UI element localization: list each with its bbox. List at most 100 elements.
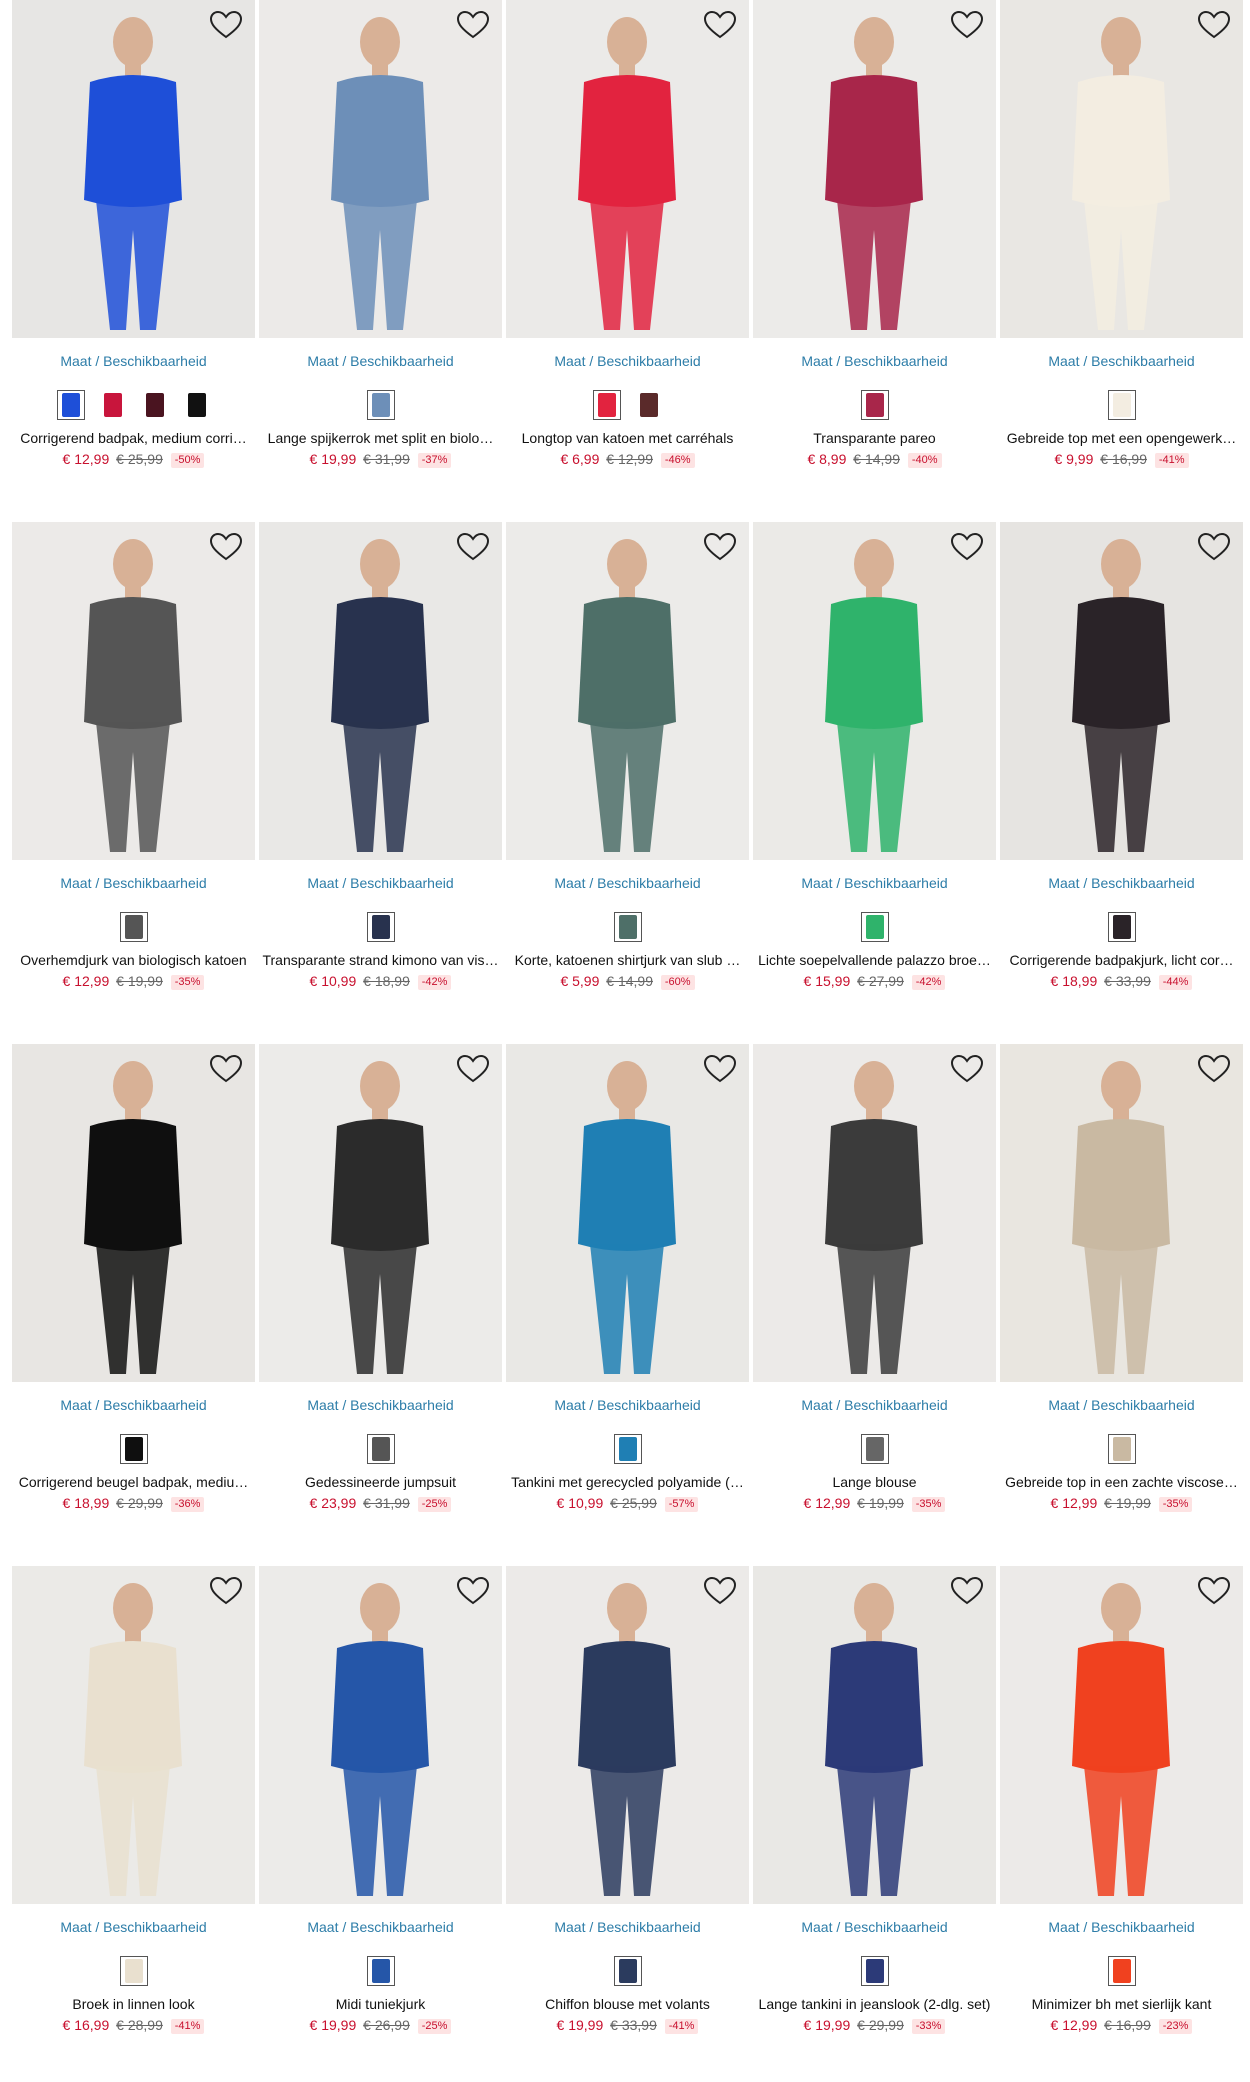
product-title[interactable]: Gedessineerde jumpsuit [259, 1473, 502, 1491]
product-image[interactable] [12, 0, 255, 338]
size-availability-link[interactable]: Maat / Beschikbaarheid [753, 352, 996, 370]
color-swatch[interactable] [183, 390, 211, 420]
favorite-heart-icon[interactable] [703, 532, 737, 562]
product-title[interactable]: Transparante pareo [753, 429, 996, 447]
favorite-heart-icon[interactable] [950, 10, 984, 40]
size-availability-link[interactable]: Maat / Beschikbaarheid [1000, 1396, 1243, 1414]
color-swatch[interactable] [860, 390, 889, 420]
favorite-heart-icon[interactable] [950, 1576, 984, 1606]
product-card[interactable]: Maat / Beschikbaarheid Gebreide top met … [1000, 0, 1243, 470]
product-image[interactable] [753, 1044, 996, 1382]
size-availability-link[interactable]: Maat / Beschikbaarheid [506, 874, 749, 892]
product-title[interactable]: Overhemdjurk van biologisch katoen [12, 951, 255, 969]
product-card[interactable]: Maat / Beschikbaarheid Tankini met gerec… [506, 1044, 749, 1514]
product-title[interactable]: Chiffon blouse met volants [506, 1995, 749, 2013]
color-swatch[interactable] [860, 1956, 889, 1986]
product-title[interactable]: Lange tankini in jeanslook (2-dlg. set) [753, 1995, 996, 2013]
product-image[interactable] [1000, 1566, 1243, 1904]
product-image[interactable] [506, 0, 749, 338]
size-availability-link[interactable]: Maat / Beschikbaarheid [259, 874, 502, 892]
favorite-heart-icon[interactable] [209, 532, 243, 562]
product-title[interactable]: Corrigerende badpakjurk, licht cor… [1000, 951, 1243, 969]
size-availability-link[interactable]: Maat / Beschikbaarheid [753, 874, 996, 892]
color-swatch[interactable] [99, 390, 127, 420]
product-card[interactable]: Maat / Beschikbaarheid Overhemdjurk van … [12, 522, 255, 992]
product-title[interactable]: Korte, katoenen shirtjurk van slub … [506, 951, 749, 969]
favorite-heart-icon[interactable] [456, 1576, 490, 1606]
favorite-heart-icon[interactable] [209, 1054, 243, 1084]
product-image[interactable] [12, 1566, 255, 1904]
color-swatch[interactable] [635, 390, 663, 420]
color-swatch[interactable] [366, 912, 395, 942]
product-title[interactable]: Longtop van katoen met carréhals [506, 429, 749, 447]
size-availability-link[interactable]: Maat / Beschikbaarheid [12, 352, 255, 370]
product-card[interactable]: Maat / Beschikbaarheid Minimizer bh met … [1000, 1566, 1243, 2036]
product-title[interactable]: Midi tuniekjurk [259, 1995, 502, 2013]
product-image[interactable] [259, 522, 502, 860]
color-swatch[interactable] [366, 1956, 395, 1986]
product-image[interactable] [506, 1044, 749, 1382]
product-image[interactable] [506, 1566, 749, 1904]
color-swatch[interactable] [141, 390, 169, 420]
size-availability-link[interactable]: Maat / Beschikbaarheid [1000, 874, 1243, 892]
product-title[interactable]: Corrigerend beugel badpak, mediu… [12, 1473, 255, 1491]
size-availability-link[interactable]: Maat / Beschikbaarheid [12, 1918, 255, 1936]
favorite-heart-icon[interactable] [703, 1054, 737, 1084]
product-title[interactable]: Lichte soepelvallende palazzo broe… [753, 951, 996, 969]
product-card[interactable]: Maat / Beschikbaarheid Corrigerend beuge… [12, 1044, 255, 1514]
product-image[interactable] [12, 522, 255, 860]
product-title[interactable]: Tankini met gerecycled polyamide (… [506, 1473, 749, 1491]
size-availability-link[interactable]: Maat / Beschikbaarheid [1000, 352, 1243, 370]
product-card[interactable]: Maat / Beschikbaarheid Midi tuniekjurk €… [259, 1566, 502, 2036]
product-title[interactable]: Lange spijkerrok met split en biolo… [259, 429, 502, 447]
product-image[interactable] [1000, 522, 1243, 860]
product-image[interactable] [753, 522, 996, 860]
color-swatch[interactable] [613, 912, 642, 942]
product-card[interactable]: Maat / Beschikbaarheid Broek in linnen l… [12, 1566, 255, 2036]
favorite-heart-icon[interactable] [950, 532, 984, 562]
product-title[interactable]: Gebreide top in een zachte viscose… [1000, 1473, 1243, 1491]
product-card[interactable]: Maat / Beschikbaarheid Corrigerende badp… [1000, 522, 1243, 992]
product-title[interactable]: Minimizer bh met sierlijk kant [1000, 1995, 1243, 2013]
product-card[interactable]: Maat / Beschikbaarheid Lange tankini in … [753, 1566, 996, 2036]
size-availability-link[interactable]: Maat / Beschikbaarheid [506, 1396, 749, 1414]
size-availability-link[interactable]: Maat / Beschikbaarheid [506, 352, 749, 370]
favorite-heart-icon[interactable] [456, 10, 490, 40]
color-swatch[interactable] [1107, 1956, 1136, 1986]
favorite-heart-icon[interactable] [1197, 1054, 1231, 1084]
color-swatch[interactable] [1107, 390, 1136, 420]
product-card[interactable]: Maat / Beschikbaarheid Transparante pare… [753, 0, 996, 470]
product-image[interactable] [753, 0, 996, 338]
product-card[interactable]: Maat / Beschikbaarheid Lange blouse € 12… [753, 1044, 996, 1514]
product-image[interactable] [1000, 0, 1243, 338]
size-availability-link[interactable]: Maat / Beschikbaarheid [259, 1396, 502, 1414]
color-swatch[interactable] [860, 912, 889, 942]
color-swatch[interactable] [1107, 1434, 1136, 1464]
color-swatch[interactable] [613, 1434, 642, 1464]
product-card[interactable]: Maat / Beschikbaarheid Longtop van katoe… [506, 0, 749, 470]
favorite-heart-icon[interactable] [209, 10, 243, 40]
color-swatch[interactable] [613, 1956, 642, 1986]
color-swatch[interactable] [592, 390, 621, 420]
size-availability-link[interactable]: Maat / Beschikbaarheid [1000, 1918, 1243, 1936]
size-availability-link[interactable]: Maat / Beschikbaarheid [506, 1918, 749, 1936]
product-card[interactable]: Maat / Beschikbaarheid Chiffon blouse me… [506, 1566, 749, 2036]
product-title[interactable]: Lange blouse [753, 1473, 996, 1491]
favorite-heart-icon[interactable] [703, 1576, 737, 1606]
product-card[interactable]: Maat / Beschikbaarheid Gebreide top in e… [1000, 1044, 1243, 1514]
size-availability-link[interactable]: Maat / Beschikbaarheid [259, 1918, 502, 1936]
favorite-heart-icon[interactable] [456, 532, 490, 562]
favorite-heart-icon[interactable] [703, 10, 737, 40]
product-image[interactable] [259, 1566, 502, 1904]
size-availability-link[interactable]: Maat / Beschikbaarheid [753, 1396, 996, 1414]
product-title[interactable]: Transparante strand kimono van vis… [259, 951, 502, 969]
favorite-heart-icon[interactable] [1197, 532, 1231, 562]
size-availability-link[interactable]: Maat / Beschikbaarheid [753, 1918, 996, 1936]
product-image[interactable] [12, 1044, 255, 1382]
product-card[interactable]: Maat / Beschikbaarheid Transparante stra… [259, 522, 502, 992]
size-availability-link[interactable]: Maat / Beschikbaarheid [12, 874, 255, 892]
size-availability-link[interactable]: Maat / Beschikbaarheid [12, 1396, 255, 1414]
product-card[interactable]: Maat / Beschikbaarheid Gedessineerde jum… [259, 1044, 502, 1514]
color-swatch[interactable] [119, 912, 148, 942]
color-swatch[interactable] [56, 390, 85, 420]
